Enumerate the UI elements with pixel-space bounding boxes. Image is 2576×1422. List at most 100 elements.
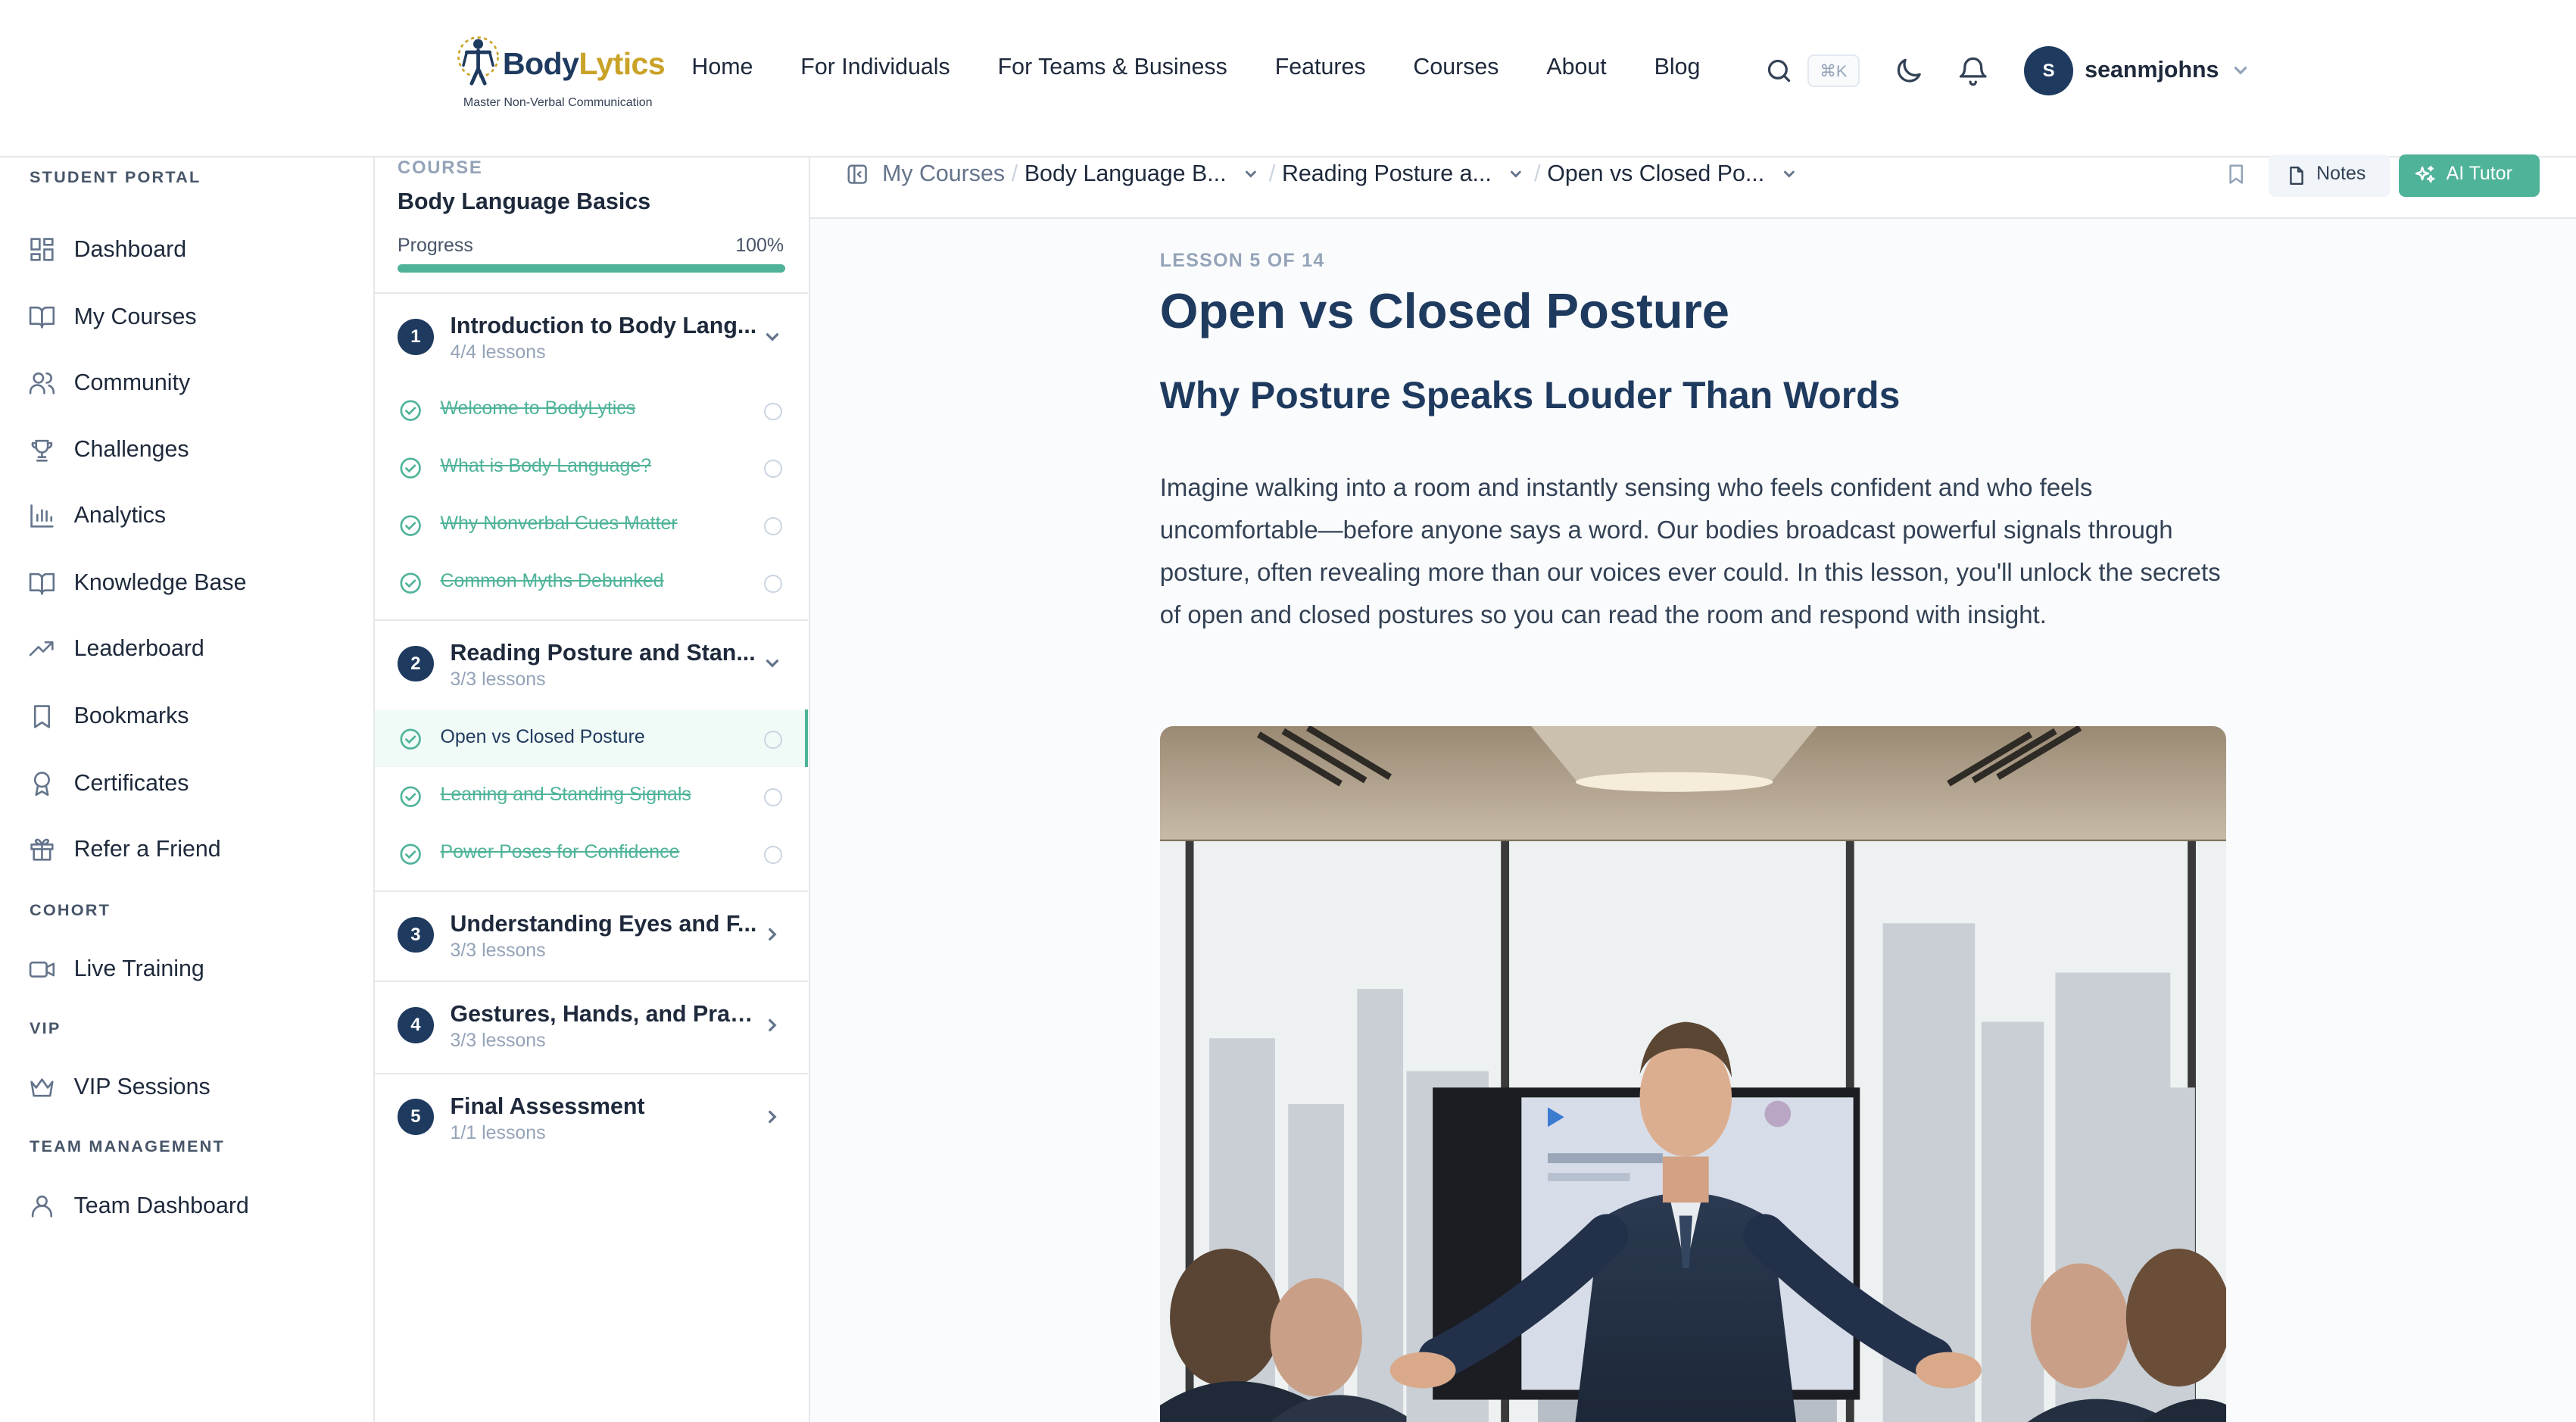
module-header-2[interactable]: 2 Reading Posture and Stan... 3/3 lesson…: [375, 619, 809, 705]
chevron-down-icon[interactable]: [1243, 166, 1259, 182]
sidebar-item-community[interactable]: Community: [0, 357, 375, 409]
moon-icon[interactable]: [1892, 55, 1925, 87]
module-header-1[interactable]: 1 Introduction to Body Lang... 4/4 lesso…: [375, 292, 809, 378]
sidebar-item-label: Bookmarks: [73, 703, 189, 728]
sidebar-item-my-courses[interactable]: My Courses: [0, 291, 375, 343]
lesson-number: LESSON 5 OF 14: [1159, 249, 1325, 271]
nav-courses[interactable]: Courses: [1413, 55, 1499, 80]
module-number: 5: [398, 1099, 434, 1136]
nav-for-individuals[interactable]: For Individuals: [800, 55, 950, 80]
top-nav: BodyLytics Master Non-Verbal Communicati…: [0, 0, 2576, 158]
crown-icon: [30, 1078, 54, 1097]
lesson-status-ring: [763, 517, 782, 536]
lesson-item-current[interactable]: Open vs Closed Posture: [374, 709, 809, 768]
sidebar-item-live-training[interactable]: Live Training: [0, 943, 375, 995]
lesson-status-ring: [763, 460, 782, 479]
sidebar-item-leaderboard[interactable]: Leaderboard: [0, 622, 375, 675]
sidebar-item-knowledge-base[interactable]: Knowledge Base: [0, 557, 375, 610]
course-name: Body Language Basics: [398, 189, 651, 214]
notes-button[interactable]: Notes: [2269, 154, 2390, 198]
module-lesson-count: 4/4 lessons: [450, 341, 546, 363]
logo-figure-icon: [457, 36, 499, 86]
sidebar-toggle-icon[interactable]: [846, 163, 869, 186]
sidebar-item-label: Refer a Friend: [73, 836, 221, 862]
nav-about[interactable]: About: [1546, 55, 1606, 80]
user-avatar[interactable]: S: [2023, 45, 2074, 95]
ai-tutor-button[interactable]: AI Tutor: [2398, 154, 2540, 198]
lesson-item[interactable]: Power Poses for Confidence: [375, 825, 809, 882]
sidebar-item-bookmarks[interactable]: Bookmarks: [0, 690, 375, 742]
sidebar-item-label: Community: [73, 370, 191, 395]
breadcrumb-module[interactable]: Reading Posture a...: [1282, 161, 1492, 187]
lesson-content-area: My Courses / Body Language B... / Readin…: [809, 154, 2576, 1422]
module-header-4[interactable]: 4 Gestures, Hands, and Pract... 3/3 less…: [375, 981, 809, 1066]
brand-name: BodyLytics: [503, 46, 666, 82]
search-icon[interactable]: [1764, 56, 1794, 86]
bell-icon[interactable]: [1957, 55, 1989, 87]
sidebar-item-label: Dashboard: [73, 236, 187, 262]
sidebar-section-title: VIP: [30, 1018, 61, 1038]
award-icon: [33, 772, 50, 797]
bookmark-icon: [33, 704, 50, 728]
check-circle-icon: [400, 844, 422, 865]
sidebar-item-team-dashboard[interactable]: Team Dashboard: [0, 1180, 375, 1232]
course-label: COURSE: [398, 157, 483, 179]
nav-features[interactable]: Features: [1275, 55, 1366, 80]
lesson-item[interactable]: Welcome to BodyLytics: [375, 381, 809, 438]
lesson-title: What is Body Language?: [440, 454, 652, 476]
module-lesson-count: 1/1 lessons: [450, 1121, 546, 1143]
breadcrumb-course[interactable]: Body Language B...: [1024, 161, 1227, 187]
sidebar-item-vip-sessions[interactable]: VIP Sessions: [0, 1062, 375, 1114]
sidebar-item-challenges[interactable]: Challenges: [0, 424, 375, 476]
lesson-title: Power Poses for Confidence: [440, 840, 680, 862]
lesson-item[interactable]: Common Myths Debunked: [375, 554, 809, 611]
brand-logo[interactable]: BodyLytics Master Non-Verbal Communicati…: [454, 33, 666, 114]
sidebar-section-title: STUDENT PORTAL: [30, 167, 201, 187]
file-icon: [2290, 167, 2303, 186]
check-circle-icon: [400, 572, 422, 594]
sparkles-icon: [2415, 165, 2435, 183]
breadcrumb-separator: /: [1011, 161, 1018, 186]
sidebar-item-dashboard[interactable]: Dashboard: [0, 223, 375, 276]
office-presentation-illustration: [1159, 725, 2226, 1422]
lesson-title: Open vs Closed Posture: [1159, 283, 1729, 339]
lesson-hero-image: [1159, 725, 2226, 1422]
chevron-down-icon[interactable]: [2231, 61, 2250, 80]
sidebar-item-certificates[interactable]: Certificates: [0, 757, 375, 809]
progress-value: 100%: [735, 235, 784, 257]
breadcrumb-lesson[interactable]: Open vs Closed Po...: [1547, 161, 1764, 187]
search-shortcut-badge[interactable]: ⌘K: [1807, 54, 1860, 87]
check-circle-icon: [400, 400, 422, 422]
chevron-down-icon[interactable]: [1781, 166, 1798, 182]
lesson-item[interactable]: Leaning and Standing Signals: [375, 767, 809, 825]
sidebar-item-refer-a-friend[interactable]: Refer a Friend: [0, 823, 375, 875]
lesson-title: Open vs Closed Posture: [440, 725, 645, 747]
main-nav: Home For Individuals For Teams & Busines…: [691, 55, 1748, 80]
lesson-title: Welcome to BodyLytics: [440, 398, 636, 419]
module-lesson-count: 3/3 lessons: [450, 669, 546, 691]
notes-button-label: Notes: [2316, 162, 2366, 184]
breadcrumb-separator: /: [1268, 161, 1276, 186]
nav-blog[interactable]: Blog: [1654, 55, 1701, 80]
username[interactable]: seanmjohns: [2085, 58, 2219, 83]
lesson-item[interactable]: What is Body Language?: [375, 438, 809, 496]
lesson-item[interactable]: Why Nonverbal Cues Matter: [375, 496, 809, 554]
chevron-down-icon[interactable]: [1508, 166, 1524, 182]
user-icon: [31, 1195, 52, 1218]
bar-chart-icon: [30, 504, 54, 528]
sidebar-item-analytics[interactable]: Analytics: [0, 490, 375, 542]
module-header-3[interactable]: 3 Understanding Eyes and F... 3/3 lesson…: [375, 890, 809, 976]
module-title: Understanding Eyes and F...: [450, 912, 757, 937]
lesson-title: Common Myths Debunked: [440, 569, 664, 591]
module-header-5[interactable]: 5 Final Assessment 1/1 lessons: [375, 1073, 809, 1158]
video-icon: [29, 961, 55, 978]
bookmark-icon[interactable]: [2225, 163, 2247, 186]
nav-for-teams-business[interactable]: For Teams & Business: [998, 55, 1227, 80]
breadcrumb-my-courses[interactable]: My Courses: [882, 161, 1005, 187]
nav-home[interactable]: Home: [691, 55, 753, 80]
module-number: 3: [398, 916, 434, 953]
progress-bar-fill: [398, 264, 786, 273]
breadcrumb-separator: /: [1534, 161, 1541, 186]
module-lesson-count: 3/3 lessons: [450, 1030, 546, 1052]
lesson-status-ring: [763, 788, 782, 807]
